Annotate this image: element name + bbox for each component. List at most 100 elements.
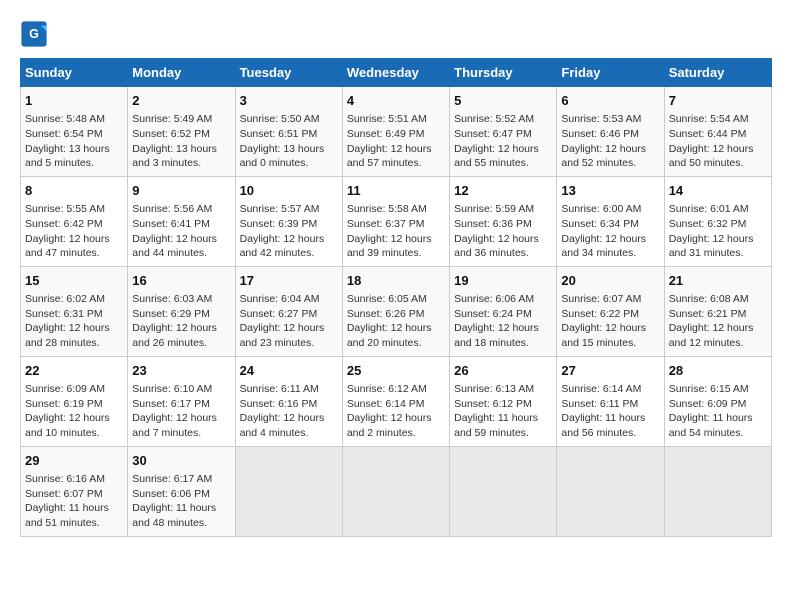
day-cell: 6 Sunrise: 5:53 AM Sunset: 6:46 PM Dayli… bbox=[557, 87, 664, 177]
day-number: 20 bbox=[561, 272, 659, 290]
day-content: Sunrise: 6:14 AM Sunset: 6:11 PM Dayligh… bbox=[561, 382, 659, 441]
day-cell: 11 Sunrise: 5:58 AM Sunset: 6:37 PM Dayl… bbox=[342, 176, 449, 266]
week-row-5: 29 Sunrise: 6:16 AM Sunset: 6:07 PM Dayl… bbox=[21, 446, 772, 536]
day-number: 19 bbox=[454, 272, 552, 290]
day-number: 16 bbox=[132, 272, 230, 290]
day-cell bbox=[557, 446, 664, 536]
day-number: 30 bbox=[132, 452, 230, 470]
day-cell: 19 Sunrise: 6:06 AM Sunset: 6:24 PM Dayl… bbox=[450, 266, 557, 356]
day-cell: 7 Sunrise: 5:54 AM Sunset: 6:44 PM Dayli… bbox=[664, 87, 771, 177]
day-content: Sunrise: 5:55 AM Sunset: 6:42 PM Dayligh… bbox=[25, 202, 123, 261]
day-number: 6 bbox=[561, 92, 659, 110]
page-header: G bbox=[20, 20, 772, 48]
day-content: Sunrise: 5:48 AM Sunset: 6:54 PM Dayligh… bbox=[25, 112, 123, 171]
day-cell: 2 Sunrise: 5:49 AM Sunset: 6:52 PM Dayli… bbox=[128, 87, 235, 177]
day-number: 28 bbox=[669, 362, 767, 380]
day-content: Sunrise: 6:00 AM Sunset: 6:34 PM Dayligh… bbox=[561, 202, 659, 261]
day-number: 8 bbox=[25, 182, 123, 200]
day-content: Sunrise: 5:50 AM Sunset: 6:51 PM Dayligh… bbox=[240, 112, 338, 171]
day-number: 1 bbox=[25, 92, 123, 110]
week-row-4: 22 Sunrise: 6:09 AM Sunset: 6:19 PM Dayl… bbox=[21, 356, 772, 446]
day-content: Sunrise: 6:07 AM Sunset: 6:22 PM Dayligh… bbox=[561, 292, 659, 351]
day-content: Sunrise: 5:53 AM Sunset: 6:46 PM Dayligh… bbox=[561, 112, 659, 171]
day-number: 29 bbox=[25, 452, 123, 470]
day-cell: 24 Sunrise: 6:11 AM Sunset: 6:16 PM Dayl… bbox=[235, 356, 342, 446]
day-content: Sunrise: 6:08 AM Sunset: 6:21 PM Dayligh… bbox=[669, 292, 767, 351]
day-number: 25 bbox=[347, 362, 445, 380]
header-cell-tuesday: Tuesday bbox=[235, 59, 342, 87]
day-cell: 8 Sunrise: 5:55 AM Sunset: 6:42 PM Dayli… bbox=[21, 176, 128, 266]
day-content: Sunrise: 6:15 AM Sunset: 6:09 PM Dayligh… bbox=[669, 382, 767, 441]
day-cell: 14 Sunrise: 6:01 AM Sunset: 6:32 PM Dayl… bbox=[664, 176, 771, 266]
day-cell: 17 Sunrise: 6:04 AM Sunset: 6:27 PM Dayl… bbox=[235, 266, 342, 356]
day-cell: 13 Sunrise: 6:00 AM Sunset: 6:34 PM Dayl… bbox=[557, 176, 664, 266]
day-content: Sunrise: 6:04 AM Sunset: 6:27 PM Dayligh… bbox=[240, 292, 338, 351]
day-number: 17 bbox=[240, 272, 338, 290]
day-content: Sunrise: 6:09 AM Sunset: 6:19 PM Dayligh… bbox=[25, 382, 123, 441]
day-content: Sunrise: 5:51 AM Sunset: 6:49 PM Dayligh… bbox=[347, 112, 445, 171]
day-cell: 9 Sunrise: 5:56 AM Sunset: 6:41 PM Dayli… bbox=[128, 176, 235, 266]
day-cell: 15 Sunrise: 6:02 AM Sunset: 6:31 PM Dayl… bbox=[21, 266, 128, 356]
header-cell-wednesday: Wednesday bbox=[342, 59, 449, 87]
day-content: Sunrise: 5:54 AM Sunset: 6:44 PM Dayligh… bbox=[669, 112, 767, 171]
header-cell-friday: Friday bbox=[557, 59, 664, 87]
day-content: Sunrise: 6:05 AM Sunset: 6:26 PM Dayligh… bbox=[347, 292, 445, 351]
day-cell: 12 Sunrise: 5:59 AM Sunset: 6:36 PM Dayl… bbox=[450, 176, 557, 266]
day-number: 14 bbox=[669, 182, 767, 200]
day-content: Sunrise: 6:16 AM Sunset: 6:07 PM Dayligh… bbox=[25, 472, 123, 531]
day-content: Sunrise: 6:06 AM Sunset: 6:24 PM Dayligh… bbox=[454, 292, 552, 351]
day-cell: 20 Sunrise: 6:07 AM Sunset: 6:22 PM Dayl… bbox=[557, 266, 664, 356]
day-cell: 28 Sunrise: 6:15 AM Sunset: 6:09 PM Dayl… bbox=[664, 356, 771, 446]
day-number: 9 bbox=[132, 182, 230, 200]
day-cell bbox=[664, 446, 771, 536]
day-number: 7 bbox=[669, 92, 767, 110]
day-number: 3 bbox=[240, 92, 338, 110]
day-cell: 27 Sunrise: 6:14 AM Sunset: 6:11 PM Dayl… bbox=[557, 356, 664, 446]
day-number: 13 bbox=[561, 182, 659, 200]
day-cell: 16 Sunrise: 6:03 AM Sunset: 6:29 PM Dayl… bbox=[128, 266, 235, 356]
day-content: Sunrise: 6:02 AM Sunset: 6:31 PM Dayligh… bbox=[25, 292, 123, 351]
day-content: Sunrise: 6:01 AM Sunset: 6:32 PM Dayligh… bbox=[669, 202, 767, 261]
day-content: Sunrise: 6:11 AM Sunset: 6:16 PM Dayligh… bbox=[240, 382, 338, 441]
day-content: Sunrise: 5:52 AM Sunset: 6:47 PM Dayligh… bbox=[454, 112, 552, 171]
day-content: Sunrise: 6:12 AM Sunset: 6:14 PM Dayligh… bbox=[347, 382, 445, 441]
day-cell: 23 Sunrise: 6:10 AM Sunset: 6:17 PM Dayl… bbox=[128, 356, 235, 446]
day-content: Sunrise: 5:58 AM Sunset: 6:37 PM Dayligh… bbox=[347, 202, 445, 261]
header-row: SundayMondayTuesdayWednesdayThursdayFrid… bbox=[21, 59, 772, 87]
day-cell: 30 Sunrise: 6:17 AM Sunset: 6:06 PM Dayl… bbox=[128, 446, 235, 536]
day-content: Sunrise: 5:57 AM Sunset: 6:39 PM Dayligh… bbox=[240, 202, 338, 261]
day-number: 22 bbox=[25, 362, 123, 380]
header-cell-saturday: Saturday bbox=[664, 59, 771, 87]
day-cell: 21 Sunrise: 6:08 AM Sunset: 6:21 PM Dayl… bbox=[664, 266, 771, 356]
day-number: 11 bbox=[347, 182, 445, 200]
day-cell bbox=[450, 446, 557, 536]
day-cell: 26 Sunrise: 6:13 AM Sunset: 6:12 PM Dayl… bbox=[450, 356, 557, 446]
header-cell-thursday: Thursday bbox=[450, 59, 557, 87]
day-number: 15 bbox=[25, 272, 123, 290]
day-number: 24 bbox=[240, 362, 338, 380]
header-cell-monday: Monday bbox=[128, 59, 235, 87]
day-content: Sunrise: 6:03 AM Sunset: 6:29 PM Dayligh… bbox=[132, 292, 230, 351]
day-content: Sunrise: 5:59 AM Sunset: 6:36 PM Dayligh… bbox=[454, 202, 552, 261]
day-number: 5 bbox=[454, 92, 552, 110]
day-content: Sunrise: 6:10 AM Sunset: 6:17 PM Dayligh… bbox=[132, 382, 230, 441]
day-number: 12 bbox=[454, 182, 552, 200]
day-number: 21 bbox=[669, 272, 767, 290]
day-number: 23 bbox=[132, 362, 230, 380]
logo: G bbox=[20, 20, 52, 48]
day-content: Sunrise: 6:13 AM Sunset: 6:12 PM Dayligh… bbox=[454, 382, 552, 441]
day-number: 18 bbox=[347, 272, 445, 290]
day-cell: 25 Sunrise: 6:12 AM Sunset: 6:14 PM Dayl… bbox=[342, 356, 449, 446]
logo-icon: G bbox=[20, 20, 48, 48]
week-row-3: 15 Sunrise: 6:02 AM Sunset: 6:31 PM Dayl… bbox=[21, 266, 772, 356]
day-content: Sunrise: 5:56 AM Sunset: 6:41 PM Dayligh… bbox=[132, 202, 230, 261]
day-content: Sunrise: 5:49 AM Sunset: 6:52 PM Dayligh… bbox=[132, 112, 230, 171]
day-number: 26 bbox=[454, 362, 552, 380]
header-cell-sunday: Sunday bbox=[21, 59, 128, 87]
calendar-table: SundayMondayTuesdayWednesdayThursdayFrid… bbox=[20, 58, 772, 537]
week-row-1: 1 Sunrise: 5:48 AM Sunset: 6:54 PM Dayli… bbox=[21, 87, 772, 177]
calendar-body: 1 Sunrise: 5:48 AM Sunset: 6:54 PM Dayli… bbox=[21, 87, 772, 537]
day-cell: 4 Sunrise: 5:51 AM Sunset: 6:49 PM Dayli… bbox=[342, 87, 449, 177]
calendar-header: SundayMondayTuesdayWednesdayThursdayFrid… bbox=[21, 59, 772, 87]
day-cell: 22 Sunrise: 6:09 AM Sunset: 6:19 PM Dayl… bbox=[21, 356, 128, 446]
